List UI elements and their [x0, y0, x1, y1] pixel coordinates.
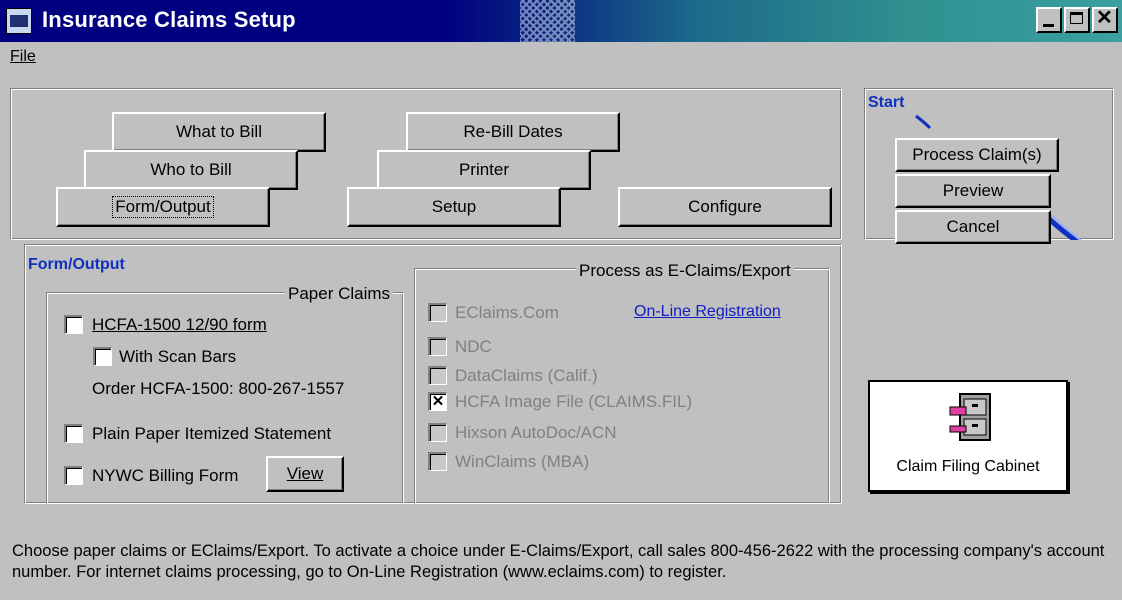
- eclaims-title: Process as E-Claims/Export: [576, 261, 794, 281]
- tab-form-output[interactable]: Form/Output: [56, 187, 270, 227]
- hcfa-image-checkbox[interactable]: ✕: [428, 392, 447, 411]
- hcfa-label[interactable]: HCFA-1500 12/90 form: [92, 315, 267, 335]
- close-button[interactable]: ✕: [1092, 7, 1118, 33]
- maximize-icon: [1070, 12, 1083, 24]
- title-pattern: [520, 0, 575, 42]
- tab-setup[interactable]: Setup: [347, 187, 561, 227]
- nywc-label[interactable]: NYWC Billing Form: [92, 466, 238, 486]
- hcfa-image-label[interactable]: HCFA Image File (CLAIMS.FIL): [455, 392, 692, 412]
- eclaims-com-checkbox[interactable]: [428, 303, 447, 322]
- cancel-button[interactable]: Cancel: [895, 210, 1051, 244]
- hcfa-checkbox[interactable]: [64, 315, 83, 334]
- close-icon: ✕: [1096, 7, 1113, 29]
- filing-cabinet-icon: [949, 393, 991, 441]
- ndc-label[interactable]: NDC: [455, 337, 492, 357]
- hixson-label[interactable]: Hixson AutoDoc/ACN: [455, 423, 617, 443]
- nywc-checkbox[interactable]: [64, 466, 83, 485]
- app-icon[interactable]: [6, 8, 32, 34]
- dataclaims-label[interactable]: DataClaims (Calif.): [455, 366, 598, 386]
- hixson-checkbox[interactable]: [428, 423, 447, 442]
- tab-rebill-dates[interactable]: Re-Bill Dates: [406, 112, 620, 152]
- minimize-icon: [1043, 24, 1054, 27]
- claim-filing-cabinet-label: Claim Filing Cabinet: [896, 458, 1040, 475]
- dataclaims-checkbox[interactable]: [428, 366, 447, 385]
- help-text: Choose paper claims or EClaims/Export. T…: [12, 542, 1105, 581]
- paper-claims-title: Paper Claims: [285, 284, 394, 304]
- plain-paper-label[interactable]: Plain Paper Itemized Statement: [92, 424, 331, 444]
- tab-printer[interactable]: Printer: [377, 150, 591, 190]
- form-output-title: Form/Output: [28, 256, 125, 273]
- menu-file[interactable]: File: [10, 48, 36, 66]
- tab-configure[interactable]: Configure: [618, 187, 832, 227]
- checkmark-x-icon: ✕: [431, 393, 445, 410]
- order-hcfa-text: Order HCFA-1500: 800-267-1557: [92, 379, 345, 398]
- eclaims-com-label[interactable]: EClaims.Com: [455, 303, 559, 323]
- claim-filing-cabinet-button[interactable]: Claim Filing Cabinet: [868, 380, 1068, 492]
- online-registration-link[interactable]: On-Line Registration: [634, 303, 781, 321]
- process-claims-button[interactable]: Process Claim(s): [895, 138, 1059, 172]
- window-title: Insurance Claims Setup: [42, 7, 296, 32]
- preview-button[interactable]: Preview: [895, 174, 1051, 208]
- scan-bars-label[interactable]: With Scan Bars: [119, 347, 236, 367]
- view-button[interactable]: View: [266, 456, 344, 492]
- tab-what-to-bill[interactable]: What to Bill: [112, 112, 326, 152]
- plain-paper-checkbox[interactable]: [64, 424, 83, 443]
- scan-bars-checkbox[interactable]: [93, 347, 112, 366]
- winclaims-checkbox[interactable]: [428, 452, 447, 471]
- minimize-button[interactable]: [1036, 7, 1062, 33]
- ndc-checkbox[interactable]: [428, 337, 447, 356]
- tab-who-to-bill[interactable]: Who to Bill: [84, 150, 298, 190]
- maximize-button[interactable]: [1064, 7, 1090, 33]
- winclaims-label[interactable]: WinClaims (MBA): [455, 452, 589, 472]
